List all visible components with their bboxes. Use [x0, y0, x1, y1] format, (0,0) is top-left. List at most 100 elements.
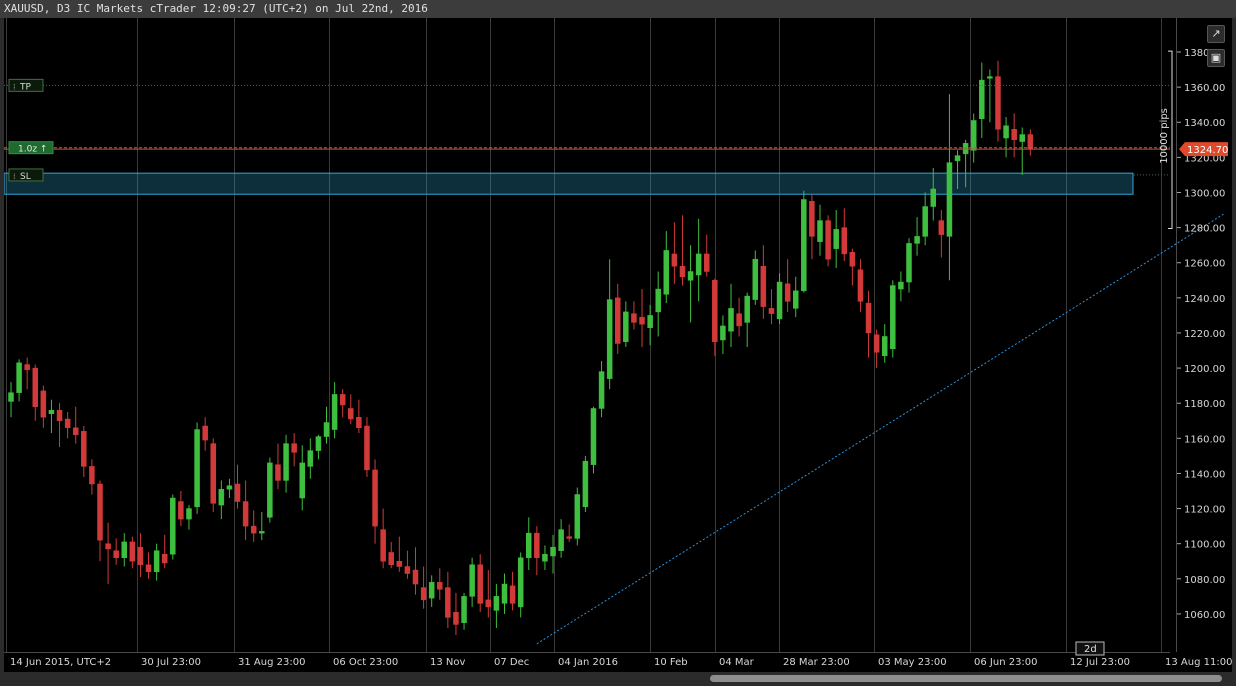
- bear-candle: [234, 483, 241, 502]
- bear-candle: [97, 483, 103, 541]
- bull-candle: [663, 250, 670, 295]
- bear-candle: [250, 525, 257, 534]
- bear-candle: [679, 265, 686, 278]
- bear-candle: [64, 418, 71, 429]
- bear-candle: [242, 501, 249, 527]
- trendline-segment[interactable]: [536, 213, 1225, 645]
- bear-candle: [275, 464, 281, 481]
- position-tag-text: 1.0z ↑: [18, 145, 47, 155]
- price-axis-label: 1100.00: [1184, 540, 1225, 551]
- bull-candle: [501, 583, 508, 604]
- take-profit-tag-text: TP: [19, 82, 31, 92]
- bull-candle: [542, 553, 548, 562]
- current-price-badge: 1324.70: [1179, 142, 1228, 157]
- bull-candle: [259, 531, 265, 534]
- order-zones: [4, 172, 1134, 195]
- order-levels: ⁞ TP ⁞ SL 1.0z ↑: [4, 78, 1170, 182]
- screenshot-button[interactable]: ▣: [1207, 49, 1225, 67]
- time-axis-label: 07 Dec: [494, 657, 529, 668]
- price-axis-label: 1240.00: [1184, 294, 1225, 305]
- trendline[interactable]: [536, 213, 1225, 645]
- bear-candle: [137, 546, 144, 566]
- bear-candle: [81, 431, 87, 467]
- scrollbar-thumb[interactable]: [710, 675, 1222, 682]
- bull-candle: [833, 229, 839, 249]
- bull-candle: [1019, 134, 1025, 142]
- stop-loss-zone[interactable]: [4, 172, 1134, 195]
- chart-area[interactable]: ⁞ TP ⁞ SL 1.0z ↑ 1380.00 1360.00 1340.00 1320.0…: [4, 18, 1232, 672]
- bull-candle: [801, 199, 807, 292]
- bear-candle: [1027, 134, 1034, 149]
- bear-candle: [24, 364, 30, 371]
- price-chart[interactable]: ⁞ TP ⁞ SL 1.0z ↑ 1380.001360.001340.001320.0…: [4, 18, 1232, 672]
- camera-icon: ▣: [1210, 51, 1222, 64]
- bull-candle: [744, 295, 750, 323]
- bull-candle: [752, 258, 759, 300]
- bear-candle: [849, 251, 856, 267]
- bull-candle: [8, 392, 14, 402]
- time-axis-label: 14 Jun 2015, UTC+2: [10, 657, 111, 668]
- bear-candle: [873, 334, 880, 353]
- bull-candle: [695, 253, 702, 276]
- bull-candle: [954, 155, 961, 162]
- bear-candle: [712, 280, 718, 342]
- bull-candle: [558, 529, 564, 551]
- bull-candle: [655, 288, 661, 313]
- bull-candle: [299, 462, 305, 499]
- bull-candle: [930, 188, 937, 207]
- bull-candle: [461, 596, 467, 623]
- bear-candle: [380, 529, 386, 562]
- bull-candle: [226, 485, 233, 490]
- bull-candle: [153, 550, 160, 573]
- bear-candle: [178, 501, 184, 520]
- bull-candle: [720, 325, 726, 341]
- bear-candle: [32, 367, 39, 407]
- price-axis-label: 1280.00: [1184, 224, 1225, 235]
- bear-candle: [760, 265, 767, 307]
- bear-candle: [437, 582, 443, 590]
- price-axis-label: 1260.00: [1184, 259, 1225, 270]
- time-axis[interactable]: 14 Jun 2015, UTC+2 30 Jul 23:00 31 Aug 23:…: [4, 641, 1232, 668]
- bull-candle: [267, 462, 273, 518]
- bear-candle: [348, 408, 354, 420]
- bull-candle: [1003, 125, 1009, 139]
- bear-candle: [105, 543, 111, 550]
- bull-candle: [307, 450, 314, 467]
- bull-candle: [647, 315, 653, 328]
- take-profit-tag[interactable]: ⁞ TP: [8, 78, 44, 92]
- bear-candle: [339, 394, 346, 406]
- bull-candle: [817, 220, 823, 242]
- time-axis-label: 13 Nov: [430, 657, 466, 668]
- popout-button[interactable]: ↗: [1207, 25, 1225, 43]
- bear-candle: [534, 532, 540, 558]
- price-axis[interactable]: 1380.001360.001340.001320.001300.001280.…: [1159, 18, 1228, 652]
- bear-candle: [356, 416, 362, 429]
- bear-candle: [72, 427, 79, 436]
- bull-candle: [979, 79, 985, 119]
- bear-candle: [161, 553, 168, 564]
- bull-candle: [898, 281, 904, 290]
- bear-candle: [736, 313, 742, 327]
- bull-candle: [550, 546, 556, 557]
- bear-candle: [671, 253, 678, 267]
- bear-candle: [372, 469, 378, 527]
- bull-candle: [331, 394, 338, 430]
- bear-candle: [364, 425, 370, 471]
- bull-candle: [428, 582, 435, 599]
- position-tag[interactable]: 1.0z ↑: [8, 141, 54, 155]
- bull-candle: [170, 497, 176, 555]
- stop-loss-tag[interactable]: ⁞ SL: [8, 168, 44, 182]
- bull-candle: [687, 271, 694, 281]
- bull-candle: [121, 541, 128, 558]
- time-axis-label: 12 Jul 23:00: [1070, 657, 1130, 668]
- bull-candle: [598, 371, 605, 409]
- bear-candle: [202, 425, 208, 441]
- period-badge[interactable]: 2d: [1075, 641, 1105, 656]
- bear-candle: [420, 587, 427, 601]
- bull-candle: [970, 120, 977, 151]
- period-badge-text: 2d: [1084, 644, 1097, 655]
- bear-candle: [445, 587, 451, 618]
- pips-label: 10000 pips: [1159, 108, 1170, 164]
- bear-candle: [145, 564, 152, 573]
- bull-candle: [517, 557, 524, 608]
